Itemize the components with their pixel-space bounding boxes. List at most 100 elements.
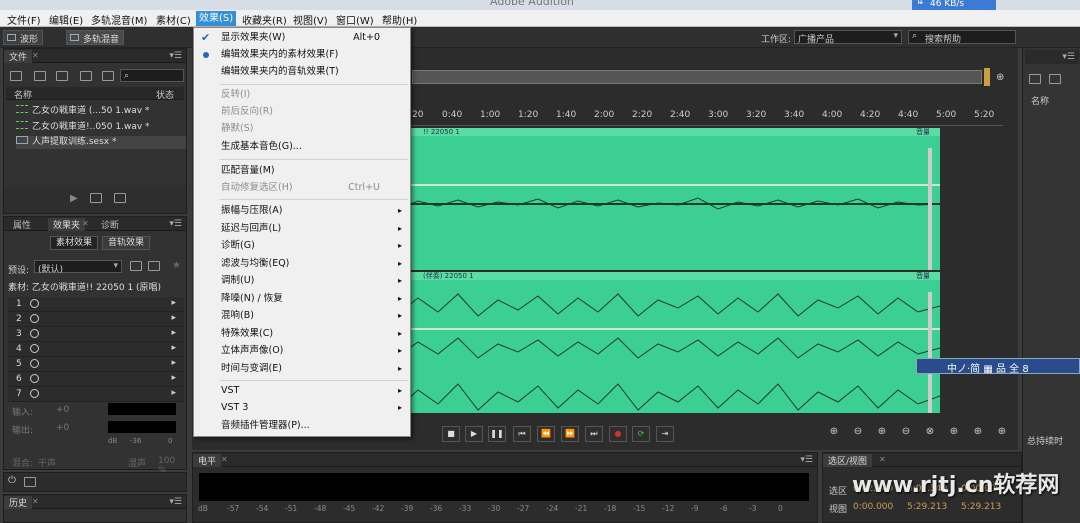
effect-slot[interactable]: 7 ▸ (8, 387, 184, 402)
open-folder-icon[interactable] (10, 71, 22, 81)
star-icon[interactable]: ★ (172, 260, 181, 271)
menu-item-time-pitch[interactable]: 时间与变调(E) ▸ (194, 360, 410, 377)
input-value[interactable]: +0 (56, 405, 69, 415)
play-icon[interactable]: ▶ (70, 193, 78, 204)
tab-files[interactable]: 文件 (4, 50, 33, 63)
loop-button[interactable]: ⟳ (632, 426, 650, 442)
tab-diagnostics[interactable]: 诊断 (96, 218, 124, 231)
zoom-fit-icon[interactable]: ⊕ (996, 72, 1004, 83)
power-icon[interactable]: ⏻ (8, 475, 16, 486)
zoom-out-time-icon[interactable]: ⊖ (898, 426, 914, 442)
menu-item-silence[interactable]: 静默(S) (194, 120, 410, 137)
new-file-icon[interactable] (56, 71, 68, 81)
tab-level[interactable]: 电平 (193, 454, 222, 467)
menu-item-reverb[interactable]: 混响(B) ▸ (194, 307, 410, 324)
power-icon[interactable] (30, 389, 39, 398)
power-icon[interactable] (30, 329, 39, 338)
panel-menu-icon[interactable]: ▾☰ (169, 497, 182, 507)
zoom-out-amplitude-icon[interactable]: ⊖ (850, 426, 866, 442)
power-icon[interactable] (30, 344, 39, 353)
menu-multitrack[interactable]: 多轨混音(M) (91, 12, 147, 27)
pause-button[interactable]: ❚❚ (488, 426, 506, 442)
multitrack-view-button[interactable]: 多轨混音 (66, 30, 125, 45)
zoom-selection-icon[interactable]: ⊕ (946, 426, 962, 442)
file-item[interactable]: 乙女の戦車道!..050 1.wav * (16, 121, 186, 134)
zoom-out-full-icon[interactable]: ⊗ (922, 426, 938, 442)
close-icon[interactable]: ✕ (32, 497, 39, 506)
chevron-right-icon[interactable]: ▸ (171, 298, 176, 308)
help-search-input[interactable]: ⌕ 搜索帮助 (908, 30, 1016, 45)
save-preset-icon[interactable] (130, 261, 142, 271)
insert-icon[interactable] (80, 71, 92, 81)
menu-item-stereo-imagery[interactable]: 立体声声像(O) ▸ (194, 342, 410, 359)
rewind-button[interactable]: ⏪ (537, 426, 555, 442)
menu-item-auto-heal[interactable]: 自动修复选区(H) Ctrl+U (194, 179, 410, 196)
panel-menu-icon[interactable]: ▾☰ (169, 219, 182, 229)
menu-item-delay[interactable]: 延迟与回声(L) ▸ (194, 220, 410, 237)
play-button[interactable]: ▶ (465, 426, 483, 442)
power-icon[interactable] (30, 299, 39, 308)
menu-item-vst[interactable]: VST ▸ (194, 382, 410, 399)
stop-button[interactable]: ■ (442, 426, 460, 442)
view-end[interactable]: 5:29.213 (907, 502, 947, 512)
fast-forward-button[interactable]: ⏩ (561, 426, 579, 442)
zoom-out-point-icon[interactable]: ⊕ (994, 426, 1010, 442)
menu-item-amplitude[interactable]: 振幅与压限(A) ▸ (194, 202, 410, 219)
close-icon[interactable]: ✕ (32, 51, 39, 60)
chevron-right-icon[interactable]: ▸ (171, 388, 176, 398)
menu-favorites[interactable]: 收藏夹(R) (242, 12, 287, 27)
menu-help[interactable]: 帮助(H) (382, 12, 417, 27)
waveform-view-button[interactable]: 波形 (3, 30, 44, 45)
menu-item-diagnostics[interactable]: 诊断(G) ▸ (194, 237, 410, 254)
chevron-right-icon[interactable]: ▸ (171, 373, 176, 383)
panel-menu-icon[interactable]: ▾☰ (1062, 52, 1075, 62)
menu-edit[interactable]: 编辑(E) (49, 12, 83, 27)
folder-icon[interactable] (1029, 74, 1041, 84)
view-duration[interactable]: 5:29.213 (961, 502, 1001, 512)
menu-item-edit-clip-effects[interactable]: 编辑效果夹内的素材效果(F) (194, 46, 410, 63)
go-to-start-button[interactable]: ⏮ (513, 426, 531, 442)
chevron-right-icon[interactable]: ▸ (171, 328, 176, 338)
menu-view[interactable]: 视图(V) (293, 12, 328, 27)
go-to-end-button[interactable]: ⏭ (585, 426, 603, 442)
tab-effects-rack[interactable]: 效果夹 (48, 218, 86, 231)
close-icon[interactable]: ✕ (221, 455, 228, 464)
chevron-right-icon[interactable]: ▸ (171, 343, 176, 353)
menu-item-filter-eq[interactable]: 滤波与均衡(EQ) ▸ (194, 255, 410, 272)
menu-item-show-effects-rack[interactable]: ✔ 显示效果夹(W) Alt+0 (194, 29, 410, 46)
menu-item-reverse[interactable]: 前后反向(R) (194, 103, 410, 120)
menu-item-plugin-manager[interactable]: 音频插件管理器(P)... (194, 417, 410, 434)
zoom-in-point-icon[interactable]: ⊕ (970, 426, 986, 442)
tab-history[interactable]: 历史 (4, 496, 33, 509)
menu-item-match-volume[interactable]: 匹配音量(M) (194, 162, 410, 179)
clip-effects-button[interactable]: 素材效果 (50, 236, 98, 250)
power-icon[interactable] (30, 374, 39, 383)
workspace-select[interactable]: 广播产品 ▾ (794, 30, 902, 45)
skip-selection-button[interactable]: ⇥ (656, 426, 674, 442)
loop-icon[interactable] (90, 193, 102, 203)
tab-properties[interactable]: 属性 (8, 218, 36, 231)
apply-icon[interactable] (24, 477, 36, 487)
effect-slot[interactable]: 5 ▸ (8, 357, 184, 372)
file-item-selected[interactable]: 人声提取训练.sesx * (16, 136, 186, 149)
menu-item-vst3[interactable]: VST 3 ▸ (194, 399, 410, 416)
panel-menu-icon[interactable]: ▾☰ (169, 51, 182, 61)
zoom-in-time-icon[interactable]: ⊕ (874, 426, 890, 442)
menu-item-edit-track-effects[interactable]: 编辑效果夹内的音轨效果(T) (194, 63, 410, 80)
import-icon[interactable] (34, 71, 46, 81)
menu-effects[interactable]: 效果(S) (196, 11, 237, 26)
effect-slot[interactable]: 2 ▸ (8, 312, 184, 327)
close-icon[interactable]: ✕ (879, 455, 886, 464)
ime-toolbar[interactable]: 中ノ·简 ▦ 品 全 8 (916, 358, 1080, 375)
output-value[interactable]: +0 (56, 423, 69, 433)
files-search-input[interactable]: ⌕ (120, 69, 184, 82)
zoom-in-amplitude-icon[interactable]: ⊕ (826, 426, 842, 442)
record-button[interactable]: ● (609, 426, 627, 442)
menu-file[interactable]: 文件(F) (7, 12, 41, 27)
delete-icon[interactable] (102, 71, 114, 81)
tab-selection-view[interactable]: 选区/视图 (823, 454, 873, 467)
menu-item-invert[interactable]: 反转(I) (194, 86, 410, 103)
effect-slot[interactable]: 6 ▸ (8, 372, 184, 387)
menu-item-noise-reduction[interactable]: 降噪(N) / 恢复 ▸ (194, 290, 410, 307)
track-effects-button[interactable]: 音轨效果 (102, 236, 150, 250)
